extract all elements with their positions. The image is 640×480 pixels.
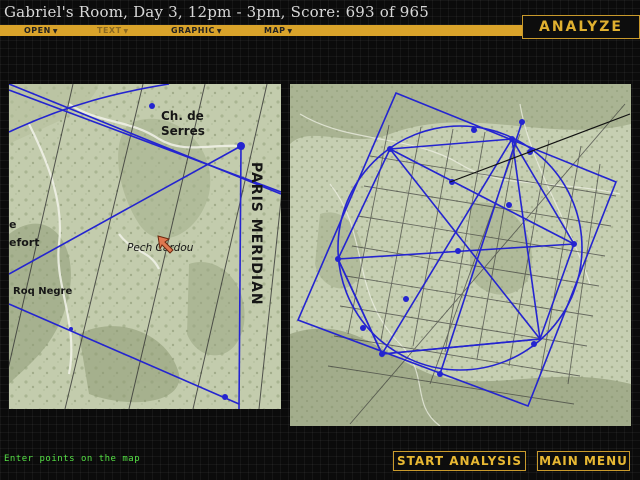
start-analysis-button[interactable]: START ANALYSIS bbox=[393, 451, 526, 471]
survey-point bbox=[531, 341, 537, 347]
survey-point bbox=[69, 327, 73, 331]
survey-point bbox=[379, 351, 385, 357]
window-title: Gabriel's Room, Day 3, 12pm - 3pm, Score… bbox=[4, 3, 429, 21]
menu-open[interactable]: OPEN ▼ bbox=[24, 25, 58, 36]
menu-map-label: MAP bbox=[264, 26, 286, 35]
menu-graphic[interactable]: GRAPHIC ▼ bbox=[171, 25, 222, 36]
menu-map[interactable]: MAP ▼ bbox=[264, 25, 293, 36]
map-label-serres: Serres bbox=[161, 124, 205, 138]
caret-down-icon: ▼ bbox=[123, 28, 129, 35]
menu-open-label: OPEN bbox=[24, 26, 51, 35]
main-menu-button[interactable]: MAIN MENU bbox=[537, 451, 630, 471]
overview-map-canvas[interactable] bbox=[290, 84, 631, 426]
survey-point bbox=[387, 146, 393, 152]
survey-point bbox=[403, 296, 409, 302]
survey-point bbox=[335, 256, 341, 262]
caret-down-icon: ▼ bbox=[216, 28, 222, 35]
survey-point bbox=[455, 248, 461, 254]
caret-down-icon: ▼ bbox=[287, 28, 293, 35]
map-label-paris-meridian: PARIS MERIDIAN bbox=[248, 162, 264, 306]
map-label-e: e bbox=[9, 218, 16, 231]
menu-graphic-label: GRAPHIC bbox=[171, 26, 215, 35]
survey-point bbox=[471, 127, 477, 133]
survey-point bbox=[360, 325, 366, 331]
survey-point bbox=[509, 136, 515, 142]
map-label-efort: efort bbox=[9, 236, 40, 249]
survey-point bbox=[519, 119, 525, 125]
survey-point bbox=[237, 142, 245, 150]
survey-point bbox=[149, 103, 155, 109]
zoomed-map-canvas[interactable]: Ch. de Serres PARIS MERIDIAN Pech Cardou… bbox=[9, 84, 281, 409]
map-label-ch-de: Ch. de bbox=[161, 109, 204, 123]
overview-map-view[interactable] bbox=[290, 84, 631, 426]
zoomed-map-view[interactable]: Ch. de Serres PARIS MERIDIAN Pech Cardou… bbox=[9, 84, 281, 409]
survey-point bbox=[506, 202, 512, 208]
map-label-roq-negre: Roq Negre bbox=[13, 286, 72, 297]
survey-point bbox=[571, 241, 577, 247]
menu-text: TEXT ▼ bbox=[97, 25, 129, 36]
mode-indicator: ANALYZE bbox=[522, 15, 640, 39]
status-message: Enter points on the map bbox=[4, 454, 141, 464]
survey-point bbox=[437, 371, 443, 377]
caret-down-icon: ▼ bbox=[52, 28, 58, 35]
menu-bar: OPEN ▼ TEXT ▼ GRAPHIC ▼ MAP ▼ bbox=[0, 25, 522, 36]
menu-text-label: TEXT bbox=[97, 26, 122, 35]
survey-point bbox=[222, 394, 228, 400]
